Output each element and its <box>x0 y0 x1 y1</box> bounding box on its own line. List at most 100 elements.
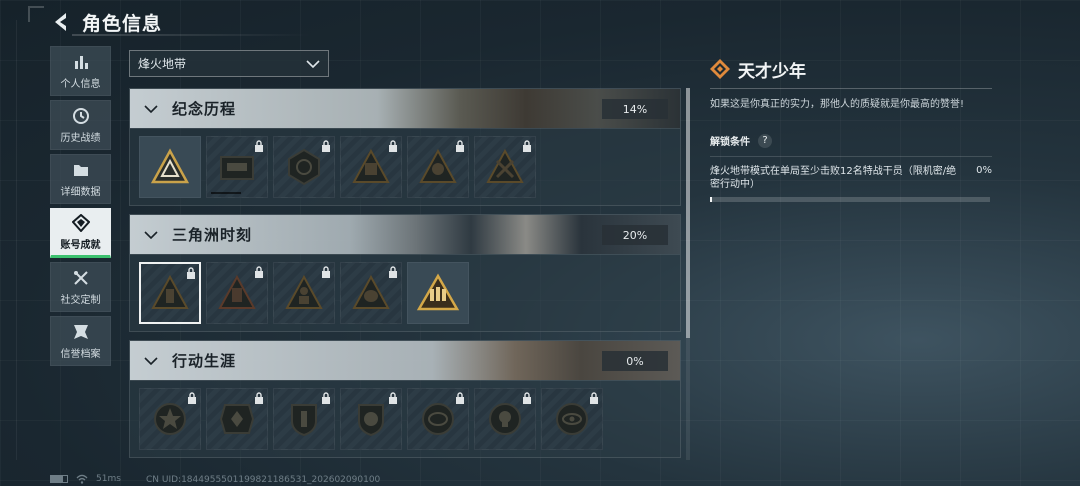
diamond-grid-icon <box>710 59 730 79</box>
achievement-badge[interactable] <box>139 388 201 450</box>
star-medal-icon <box>154 403 186 435</box>
list-scrollbar[interactable] <box>686 88 690 460</box>
back-button[interactable] <box>50 11 70 33</box>
section-header[interactable]: 纪念历程 14% <box>130 89 680 129</box>
section-header[interactable]: 三角洲时刻 20% <box>130 215 680 255</box>
achievement-badge[interactable] <box>139 136 201 198</box>
achievement-badge[interactable] <box>206 388 268 450</box>
ping-value: 51ms <box>96 474 121 484</box>
user-uid: CN UID:1844955501199821186531_2026020901… <box>146 475 381 485</box>
lock-icon <box>188 392 196 404</box>
section-progress: 0% <box>602 351 668 371</box>
sidebar-item-reputation[interactable]: 信誉档案 <box>50 316 111 366</box>
achievement-badge[interactable] <box>407 262 469 324</box>
lock-icon <box>255 392 263 404</box>
sidebar: 个人信息 历史战绩 详细数据 账号成就 社交定制 信誉档案 <box>50 46 111 366</box>
achievement-badge[interactable] <box>407 136 469 198</box>
unlock-condition-header: 解锁条件 ? <box>710 133 992 148</box>
achievement-badge[interactable] <box>206 136 268 198</box>
skull-emblem-icon <box>419 148 457 183</box>
achievement-badge[interactable] <box>541 388 603 450</box>
sidebar-item-detail-data[interactable]: 详细数据 <box>50 154 111 204</box>
achievement-badge[interactable] <box>474 136 536 198</box>
lock-icon <box>456 392 464 404</box>
badge-row <box>130 129 680 205</box>
sidebar-item-social[interactable]: 社交定制 <box>50 262 111 312</box>
lock-icon <box>590 392 598 404</box>
battery-icon <box>50 475 68 483</box>
section-title: 三角洲时刻 <box>172 226 253 244</box>
badge-divider <box>211 192 241 194</box>
condition-percent: 0% <box>976 165 992 176</box>
sidebar-item-personal-info[interactable]: 个人信息 <box>50 46 111 96</box>
sidebar-item-achievements[interactable]: 账号成就 <box>50 208 111 258</box>
condition-divider <box>710 156 992 157</box>
bar-chart-icon <box>74 55 88 69</box>
frame-line <box>16 20 17 460</box>
achievement-badge[interactable] <box>139 262 201 324</box>
condition-progress-bar <box>710 197 990 202</box>
history-icon <box>72 107 89 124</box>
achievement-title: 天才少年 <box>738 61 806 82</box>
lion-medal-icon <box>358 404 384 437</box>
helmet-emblem-icon <box>352 148 390 183</box>
chevron-down-icon <box>144 104 158 113</box>
achievement-badge[interactable] <box>340 262 402 324</box>
header-underline <box>72 34 312 36</box>
unlock-condition-label: 解锁条件 <box>710 137 750 148</box>
scrollbar-thumb[interactable] <box>686 88 690 338</box>
achievement-detail-panel: 天才少年 如果这是你真正的实力，那他人的质疑就是你最高的赞誉! 解锁条件 ? 烽… <box>710 56 992 202</box>
triangle-emblem-icon <box>150 148 190 184</box>
lock-icon <box>389 392 397 404</box>
lock-icon <box>322 266 330 278</box>
achievement-badge[interactable] <box>474 388 536 450</box>
lock-icon <box>322 392 330 404</box>
chevron-down-icon <box>144 230 158 239</box>
section-progress: 14% <box>602 99 668 119</box>
lock-icon <box>389 140 397 152</box>
lock-icon <box>523 392 531 404</box>
achievement-badge[interactable] <box>273 388 335 450</box>
lock-icon <box>389 266 397 278</box>
lock-icon <box>523 140 531 152</box>
section-title: 纪念历程 <box>172 100 237 118</box>
achievement-list: 纪念历程 14% 三角洲时刻 20% 行动生涯 0% <box>129 88 681 460</box>
achievement-icon <box>71 213 90 232</box>
achievement-badge[interactable] <box>206 262 268 324</box>
achievement-section: 纪念历程 14% <box>129 88 681 206</box>
corner-decoration <box>28 6 44 22</box>
lock-icon <box>255 140 263 152</box>
reputation-icon <box>73 324 88 339</box>
achievement-badge[interactable] <box>340 136 402 198</box>
lock-icon <box>322 140 330 152</box>
section-header[interactable]: 行动生涯 0% <box>130 341 680 381</box>
section-progress: 20% <box>602 225 668 245</box>
achievement-badge[interactable] <box>273 136 335 198</box>
sidebar-item-history[interactable]: 历史战绩 <box>50 100 111 150</box>
sidebar-item-label: 信誉档案 <box>60 348 101 360</box>
mode-select-value: 烽火地带 <box>138 57 187 71</box>
lock-icon <box>456 140 464 152</box>
chevron-down-icon <box>144 356 158 365</box>
status-footer: 51ms <box>50 474 121 484</box>
help-icon[interactable]: ? <box>758 133 772 148</box>
badge-row <box>130 381 680 457</box>
condition-row: 烽火地带模式在单局至少击败12名特战干员（限机密/绝密行动中） 0% <box>710 165 992 191</box>
achievement-section: 三角洲时刻 20% <box>129 214 681 332</box>
achievement-badge[interactable] <box>273 262 335 324</box>
vehicle-emblem-icon <box>220 156 254 180</box>
achievement-badge[interactable] <box>340 388 402 450</box>
eye-medal-icon <box>556 403 588 435</box>
mode-select-dropdown[interactable]: 烽火地带 <box>129 50 329 77</box>
achievement-badge[interactable] <box>407 388 469 450</box>
mask-emblem-icon <box>352 274 390 309</box>
lock-icon <box>187 267 195 279</box>
folder-icon <box>73 164 88 176</box>
detail-divider <box>710 88 992 89</box>
achievement-section: 行动生涯 0% <box>129 340 681 458</box>
sidebar-item-label: 详细数据 <box>60 186 101 198</box>
sidebar-item-label: 账号成就 <box>60 239 101 251</box>
skull-medal-icon <box>489 403 521 435</box>
header: 角色信息 <box>50 8 162 36</box>
page-title: 角色信息 <box>82 12 163 35</box>
